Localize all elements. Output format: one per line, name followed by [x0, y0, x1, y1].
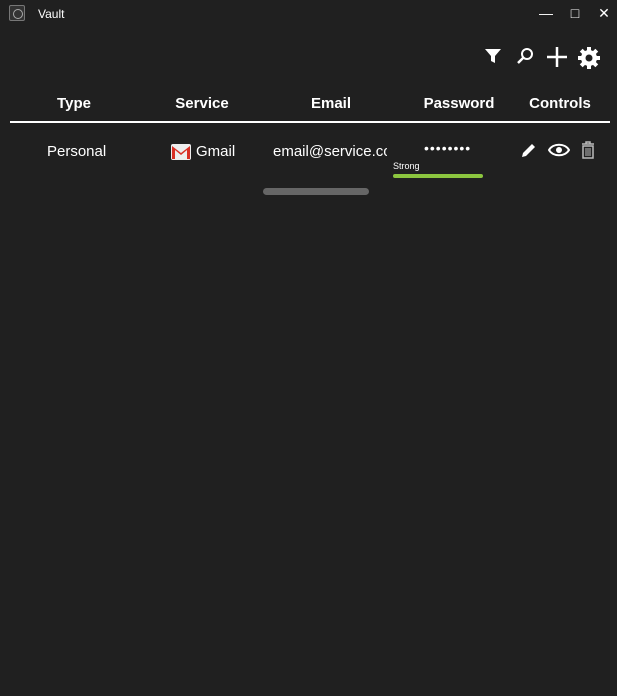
delete-icon[interactable] — [580, 141, 600, 161]
table-header: Type Service Email Password Controls — [10, 95, 610, 123]
horizontal-scrollbar[interactable] — [263, 188, 369, 195]
maximize-button[interactable]: □ — [565, 4, 585, 22]
password-strength-label: Strong — [393, 161, 420, 171]
toolbar — [481, 46, 601, 70]
table-row[interactable]: Personal Gmail email@service.com •••••••… — [0, 140, 617, 180]
cell-email: email@service.com — [273, 143, 387, 160]
header-email[interactable]: Email — [311, 95, 351, 112]
close-button[interactable]: ✕ — [594, 4, 614, 22]
service-name: Gmail — [196, 143, 236, 160]
header-type[interactable]: Type — [57, 95, 91, 112]
header-controls: Controls — [529, 95, 591, 112]
cell-type: Personal — [47, 143, 107, 160]
gear-icon[interactable] — [577, 46, 601, 70]
search-icon[interactable] — [513, 46, 537, 70]
window-title: Vault — [38, 7, 65, 21]
cell-password: •••••••• — [424, 140, 472, 156]
gmail-icon — [171, 143, 191, 160]
vault-app-icon — [9, 5, 25, 21]
password-strength-bar — [393, 174, 483, 178]
title-bar: Vault — □ ✕ — [0, 0, 617, 28]
cell-service: Gmail — [171, 143, 235, 160]
header-password[interactable]: Password — [424, 95, 495, 112]
minimize-button[interactable]: — — [536, 4, 556, 22]
edit-icon[interactable] — [520, 141, 540, 161]
view-icon[interactable] — [547, 141, 571, 161]
filter-icon[interactable] — [481, 46, 505, 70]
header-service[interactable]: Service — [175, 95, 228, 112]
add-icon[interactable] — [545, 46, 569, 70]
